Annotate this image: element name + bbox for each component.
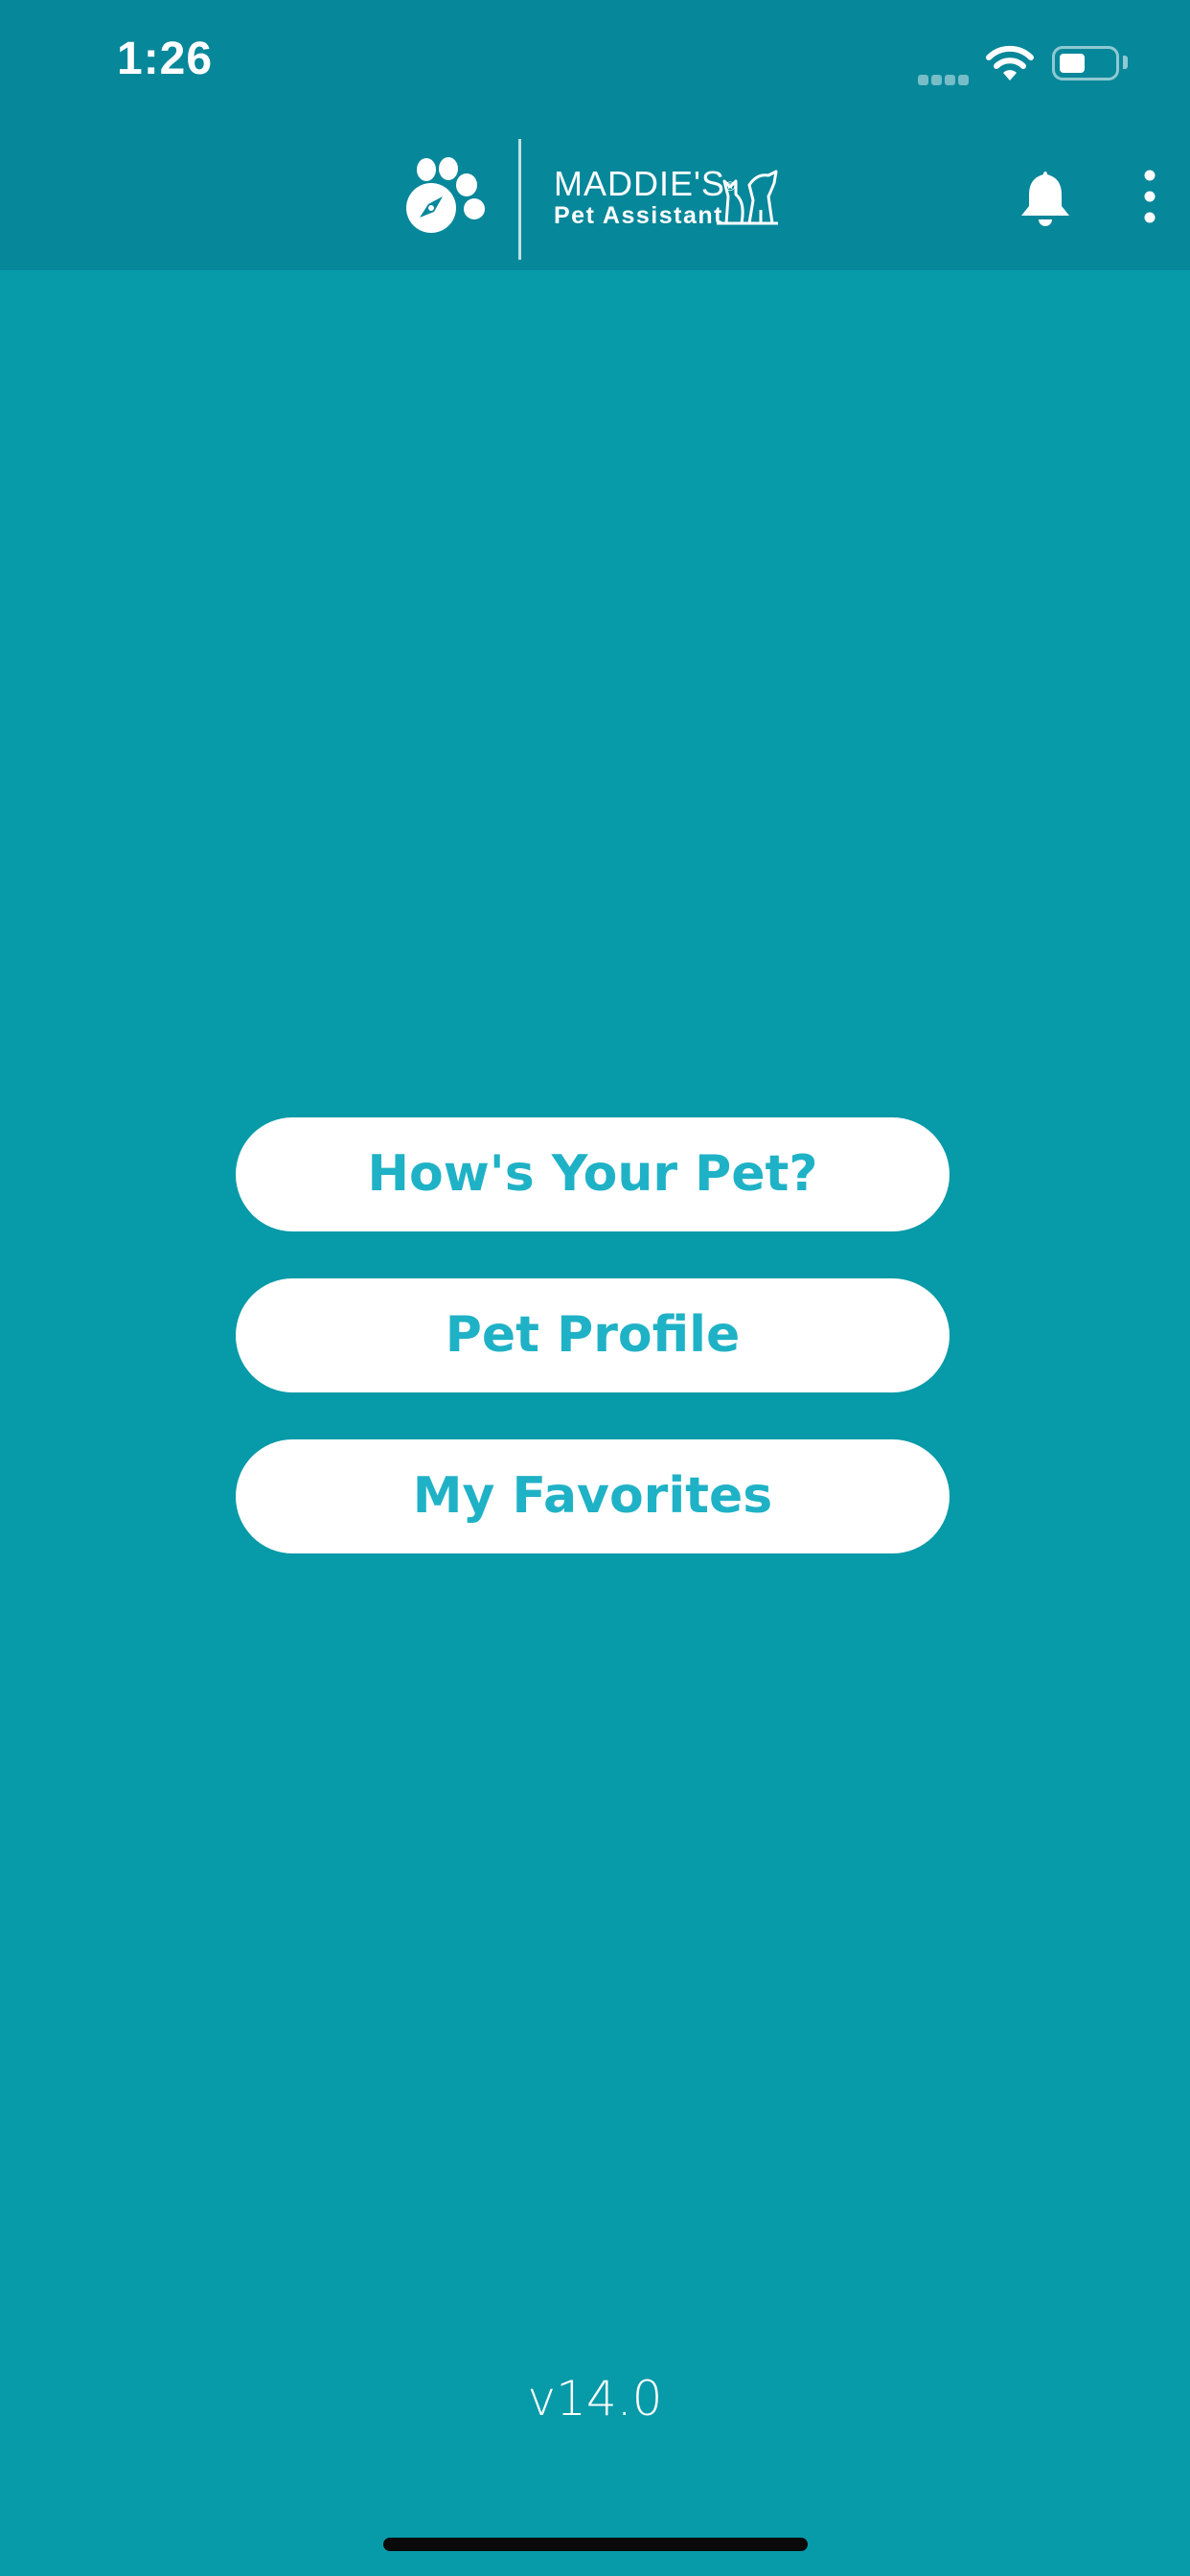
app-header: MADDIE'S® Pet Assistant bbox=[0, 129, 1190, 270]
logo-subtitle: Pet Assistant bbox=[554, 202, 723, 229]
wifi-icon bbox=[986, 45, 1034, 80]
app-screen: 1:26 MADDIE'S® Pet Assistant How's Your … bbox=[0, 0, 1190, 2576]
logo-brand-text: MADDIE'S bbox=[554, 164, 725, 203]
status-bar: 1:26 bbox=[0, 0, 1190, 129]
cellular-signal-icon bbox=[918, 71, 972, 85]
brand-logo: MADDIE'S® Pet Assistant bbox=[554, 166, 736, 230]
paw-compass-icon bbox=[406, 157, 485, 233]
main-menu: How's Your Pet? Pet Profile My Favorites bbox=[236, 1117, 950, 1600]
pets-icon bbox=[717, 170, 778, 225]
version-label: v14.0 bbox=[527, 2371, 663, 2426]
home-indicator[interactable] bbox=[383, 2538, 808, 2551]
battery-icon bbox=[1052, 46, 1119, 80]
logo-brand-name: MADDIE'S® bbox=[554, 166, 736, 202]
pet-profile-button[interactable]: Pet Profile bbox=[236, 1278, 950, 1392]
top-bar: 1:26 MADDIE'S® Pet Assistant bbox=[0, 0, 1190, 270]
logo-divider bbox=[518, 139, 521, 260]
bell-icon[interactable] bbox=[1018, 168, 1073, 227]
hows-your-pet-button[interactable]: How's Your Pet? bbox=[236, 1117, 950, 1231]
battery-tip bbox=[1123, 56, 1128, 69]
status-time: 1:26 bbox=[117, 34, 214, 84]
my-favorites-button[interactable]: My Favorites bbox=[236, 1439, 950, 1553]
more-vertical-icon[interactable] bbox=[1131, 166, 1169, 227]
